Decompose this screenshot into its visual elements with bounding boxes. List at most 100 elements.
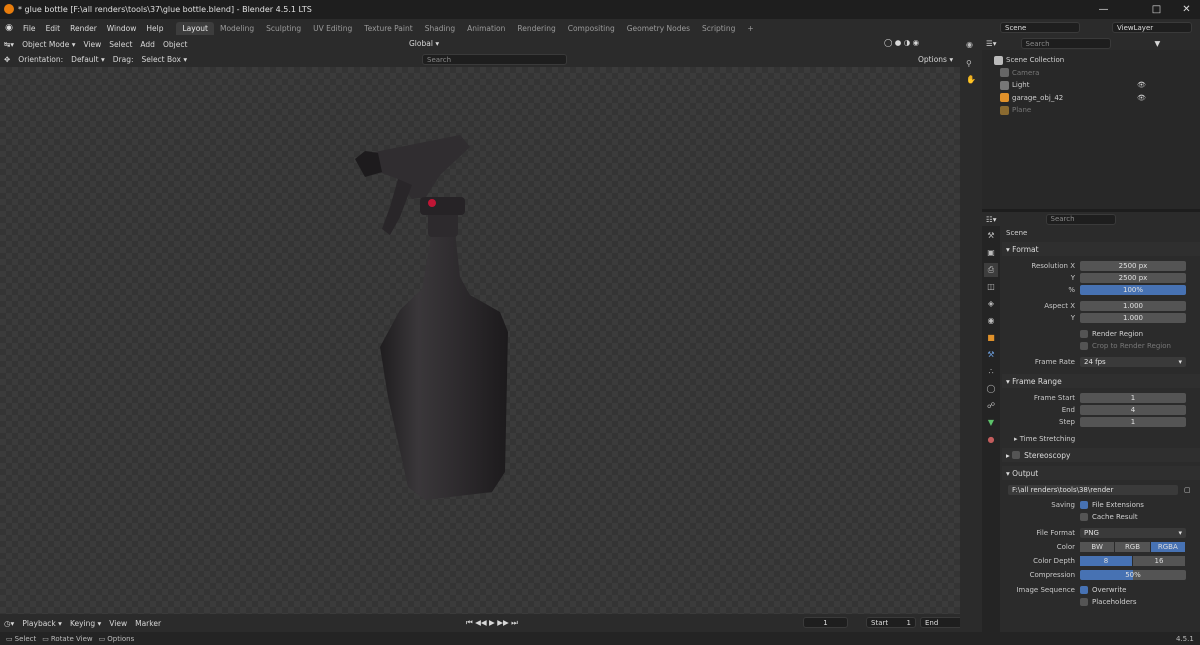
scene-tab-icon[interactable]: ◈ [984,297,998,311]
placeholders-row[interactable]: Placeholders [1002,596,1200,608]
tab-scripting[interactable]: Scripting [696,22,741,35]
pan-icon[interactable]: ✋ [966,75,976,84]
modifier-tab-icon[interactable]: ⚒ [984,348,998,362]
outliner-row-camera[interactable]: Camera [982,67,1200,80]
tool-tab-icon[interactable]: ⚒ [984,229,998,243]
render-region-row[interactable]: Render Region [1002,328,1200,340]
menu-file[interactable]: File [18,24,41,33]
outliner-editor-icon[interactable]: ☰▾ [982,39,1001,48]
outliner-search-input[interactable]: Search [1020,38,1111,49]
mode-dropdown[interactable]: Object Mode ▾ [18,39,80,50]
scene-collection-row[interactable]: Scene Collection [982,54,1200,67]
3d-viewport[interactable] [0,67,960,614]
camera-view-icon[interactable]: ◉ [966,40,973,49]
tab-sculpting[interactable]: Sculpting [260,22,307,35]
options-dropdown[interactable]: Options ▾ [914,55,957,64]
scene-selector[interactable]: Scene [1000,22,1080,33]
menu-help[interactable]: Help [141,24,168,33]
compression-slider[interactable]: 50% [1080,570,1186,580]
current-frame-field[interactable]: 1 [803,617,848,628]
view-layer-tab-icon[interactable]: ◫ [984,280,998,294]
tab-compositing[interactable]: Compositing [562,22,621,35]
frame-end-field[interactable]: 4 [1080,405,1186,415]
frame-step-field[interactable]: 1 [1080,417,1186,427]
color-bw-option[interactable]: BW [1080,542,1115,552]
add-workspace-icon[interactable]: + [741,22,759,35]
viewlayer-selector[interactable]: ViewLayer [1112,22,1192,33]
tab-geometry-nodes[interactable]: Geometry Nodes [621,22,696,35]
folder-icon[interactable]: ▢ [1184,486,1191,494]
playback-controls[interactable]: ⏮ ◀◀ ▶ ▶▶ ⏭ [462,618,522,628]
playback-dropdown[interactable]: Playback ▾ [18,619,66,628]
frame-range-panel-header[interactable]: ▾ Frame Range [1002,374,1200,388]
render-region-checkbox[interactable] [1080,330,1088,338]
menu-object[interactable]: Object [159,40,191,49]
tab-uv-editing[interactable]: UV Editing [307,22,358,35]
start-frame-field[interactable]: Start 1 [866,617,916,628]
color-rgb-option[interactable]: RGB [1115,542,1150,552]
timeline-editor-icon[interactable]: ◷▾ [0,619,18,628]
outliner-row-garage-obj[interactable]: garage_obj_42 👁 [982,92,1200,105]
outliner-row-plane[interactable]: Plane [982,104,1200,117]
visibility-eye-icon[interactable]: 👁 [1137,94,1146,102]
orientation-dropdown[interactable]: Default ▾ [67,54,109,65]
constraints-tab-icon[interactable]: ☍ [984,399,998,413]
cache-result-checkbox[interactable] [1080,513,1088,521]
menu-view[interactable]: View [79,40,105,49]
blender-menu-icon[interactable]: ◉ [0,23,18,33]
close-button[interactable]: ✕ [1173,0,1200,19]
menu-select[interactable]: Select [105,40,136,49]
overwrite-checkbox[interactable] [1080,586,1088,594]
minimize-button[interactable]: — [1090,0,1117,19]
visibility-eye-icon[interactable]: 👁 [1137,81,1146,89]
particles-tab-icon[interactable]: ∴ [984,365,998,379]
marker-menu[interactable]: Marker [131,619,165,628]
format-panel-header[interactable]: ▾ Format [1002,242,1200,256]
editor-type-icon[interactable]: ↹▾ [0,40,18,49]
filter-icon[interactable]: ▼ [1151,39,1165,48]
material-tab-icon[interactable]: ● [984,433,998,447]
world-tab-icon[interactable]: ◉ [984,314,998,328]
output-tab-icon[interactable]: ⎙ [984,263,998,277]
frame-rate-dropdown[interactable]: 24 fps ▾ [1080,357,1186,367]
render-tab-icon[interactable]: ▣ [984,246,998,260]
properties-editor-icon[interactable]: ☷▾ [982,215,1001,224]
menu-render[interactable]: Render [65,24,102,33]
stereoscopy-panel-header[interactable]: ▸ Stereoscopy [1002,448,1200,462]
aspect-y-field[interactable]: 1.000 [1080,313,1186,323]
keying-dropdown[interactable]: Keying ▾ [66,619,105,628]
crop-region-checkbox[interactable] [1080,342,1088,350]
placeholders-checkbox[interactable] [1080,598,1088,606]
output-panel-header[interactable]: ▾ Output [1002,466,1200,480]
resolution-x-field[interactable]: 2500 px [1080,261,1186,271]
output-path-field[interactable]: F:\all renders\tools\38\render [1008,485,1178,495]
tab-layout[interactable]: Layout [176,21,214,35]
depth-16-option[interactable]: 16 [1133,556,1185,566]
color-rgba-option[interactable]: RGBA [1150,542,1185,552]
time-stretching-subpanel[interactable]: ▸ Time Stretching [1002,432,1200,446]
properties-search-input[interactable]: Search [1045,213,1116,225]
stereoscopy-checkbox[interactable] [1012,451,1021,459]
file-format-dropdown[interactable]: PNG ▾ [1080,528,1186,538]
menu-window[interactable]: Window [102,24,142,33]
tab-animation[interactable]: Animation [461,22,511,35]
timeline-view-menu[interactable]: View [105,619,131,628]
depth-8-option[interactable]: 8 [1080,556,1132,566]
zoom-icon[interactable]: ⚲ [966,59,972,68]
cache-result-row[interactable]: Cache Result [1002,511,1200,523]
drag-dropdown[interactable]: Select Box ▾ [137,54,192,65]
aspect-x-field[interactable]: 1.000 [1080,301,1186,311]
resolution-pct-slider[interactable]: 100% [1080,285,1186,295]
crop-region-row[interactable]: Crop to Render Region [1002,340,1200,352]
data-tab-icon[interactable]: ▼ [984,416,998,430]
resolution-y-field[interactable]: 2500 px [1080,273,1186,283]
tab-texture-paint[interactable]: Texture Paint [358,22,418,35]
physics-tab-icon[interactable]: ◯ [984,382,998,396]
tab-modeling[interactable]: Modeling [214,22,260,35]
tab-rendering[interactable]: Rendering [511,22,561,35]
file-extensions-checkbox[interactable] [1080,501,1088,509]
frame-start-field[interactable]: 1 [1080,393,1186,403]
shading-mode-buttons[interactable]: ◯ ● ◑ ◉ [880,38,923,47]
tool-search-input[interactable]: Search [422,54,567,65]
menu-edit[interactable]: Edit [41,24,66,33]
